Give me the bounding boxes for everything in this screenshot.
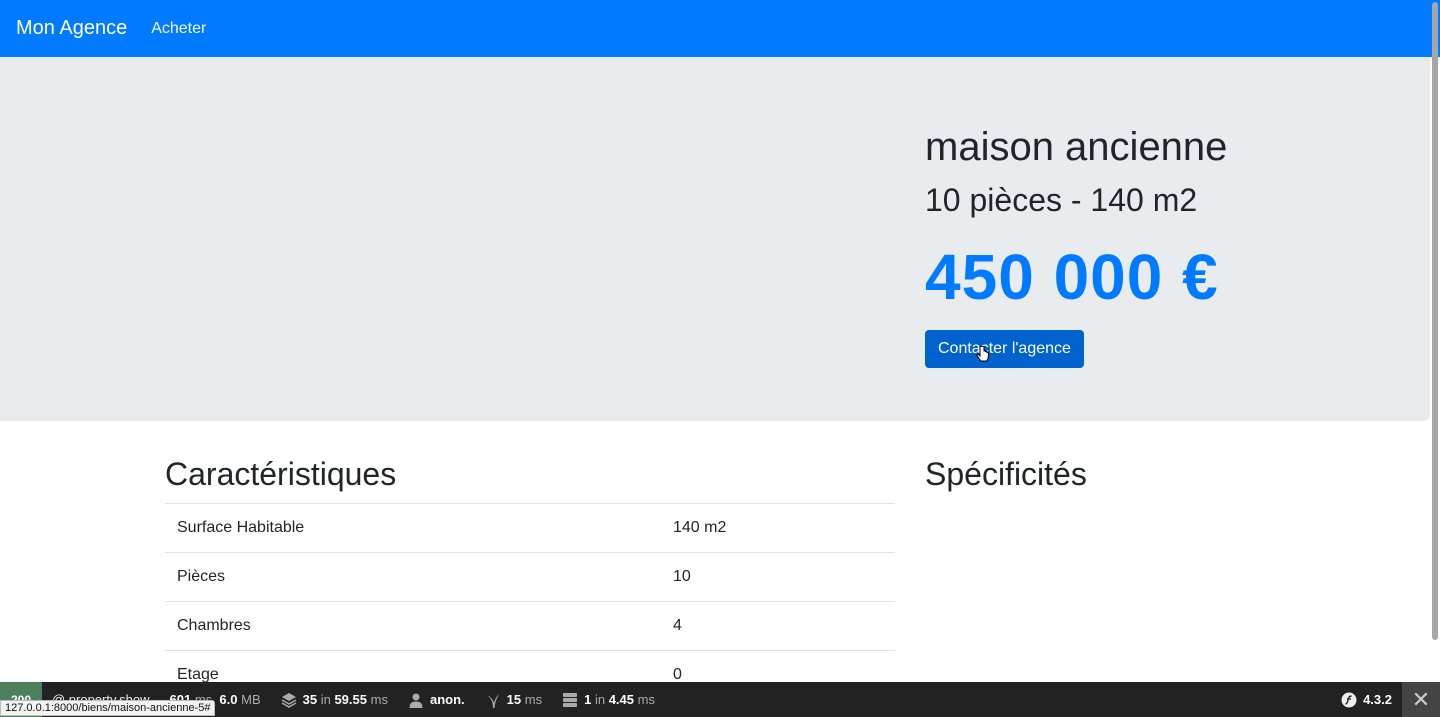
row-value: 4 [661,601,895,651]
specifics-heading: Spécificités [925,456,1087,492]
render-unit: ms [524,692,543,707]
property-subtitle: 10 pièces - 140 m2 [925,182,1198,218]
row-value: 10 [661,552,895,602]
contact-agency-button[interactable]: Contacter l'agence [925,330,1084,369]
table-row: Surface Habitable 140 m2 [165,503,895,553]
status-bar-url: 127.0.0.1:8000/biens/maison-ancienne-5# [0,700,216,716]
row-value: 140 m2 [661,503,895,553]
memory-unit: MB [241,692,261,707]
symfony-logo-icon [1341,692,1357,707]
table-row: Chambres 4 [165,601,895,651]
brand-link[interactable]: Mon Agence [16,17,127,40]
twig-leaf-icon [486,693,499,708]
queries-unit: ms [370,692,388,707]
toolbar-database[interactable]: 35 in 59.55 ms [271,692,398,708]
navbar: Mon Agence Acheter [0,0,1440,57]
cache-in: in [594,692,606,707]
toolbar-cache[interactable]: 1 in 4.45 ms [552,692,665,708]
user-value: anon. [429,692,465,707]
server-icon [563,692,578,707]
symfony-version: 4.3.2 [1363,692,1392,707]
hand-cursor-icon [976,346,989,362]
cache-time: 4.45 [608,692,634,707]
specifics-section: Spécificités [925,455,1405,503]
row-label: Chambres [165,601,661,651]
toolbar-right: 4.3.2 ✕ [1331,682,1440,717]
nav-link-acheter[interactable]: Acheter [151,20,206,38]
table-row: Pièces 10 [165,552,895,602]
cache-count: 1 [584,692,592,707]
characteristics-section: Caractéristiques Surface Habitable 140 m… [165,455,895,700]
hero-jumbotron: maison ancienne 10 pièces - 140 m2 450 0… [0,57,1430,421]
property-price: 450 000 € [925,241,1219,314]
hero-info: maison ancienne 10 pièces - 140 m2 450 0… [925,123,1405,369]
characteristics-table: Surface Habitable 140 m2 Pièces 10 Chamb… [165,503,895,700]
toolbar-twig[interactable]: 15 ms [475,692,552,708]
queries-time: 59.55 [334,692,367,707]
user-icon [409,693,423,708]
page-scrollbar[interactable] [1432,2,1438,640]
debug-toolbar: 200 @ property.show 601 ms 6.0 MB 35 in … [0,682,1440,717]
characteristics-heading: Caractéristiques [165,456,397,492]
row-label: Surface Habitable [165,503,661,553]
row-label: Pièces [165,552,661,602]
database-layers-icon [281,692,296,708]
toolbar-symfony-version[interactable]: 4.3.2 [1331,692,1402,708]
queries-count: 35 [302,692,318,707]
property-title: maison ancienne [925,125,1228,169]
memory-value: 6.0 [219,692,238,707]
close-toolbar-icon[interactable]: ✕ [1402,682,1440,717]
toolbar-security[interactable]: anon. [398,692,475,708]
cache-unit: ms [637,692,655,707]
render-time: 15 [506,692,522,707]
queries-in: in [320,692,331,707]
